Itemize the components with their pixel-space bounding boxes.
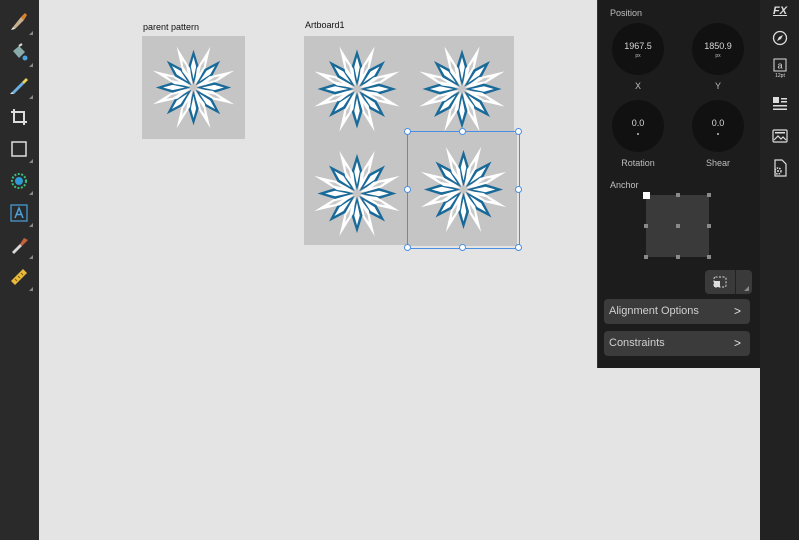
crop-icon[interactable] [8, 106, 30, 128]
paint-brush-icon[interactable] [8, 74, 33, 99]
y-position-dial[interactable]: 1850.9 px [692, 23, 744, 75]
alignment-options-button[interactable]: Alignment Options > [604, 299, 750, 324]
alignment-options-label: Alignment Options [609, 305, 699, 317]
chevron-right-icon: > [733, 304, 741, 318]
x-position-dial[interactable]: 1967.5 px [612, 23, 664, 75]
anchor-point-right[interactable] [707, 224, 711, 228]
x-value: 1967.5 [624, 41, 652, 51]
dial-indicator-dot [637, 133, 639, 135]
anchor-point-bottom-right[interactable] [707, 255, 711, 259]
y-label: Y [714, 81, 721, 91]
selection-handle[interactable] [459, 244, 466, 251]
snowflake-pattern-graphic [148, 42, 239, 133]
artboard-label[interactable]: Artboard1 [305, 20, 345, 30]
y-value: 1850.9 [704, 41, 732, 51]
selection-handle[interactable] [404, 244, 411, 251]
anchor-point-top[interactable] [676, 193, 680, 197]
anchor-point-left[interactable] [644, 224, 648, 228]
transform-panel: Position 1967.5 px X 1850.9 px Y 0.0 Rot… [597, 0, 761, 368]
layers-icon[interactable] [770, 93, 790, 115]
eyedropper-icon[interactable] [8, 234, 33, 259]
selection-box [407, 131, 520, 249]
snowflake-pattern-graphic [310, 146, 404, 241]
pattern-tile[interactable] [304, 36, 410, 142]
dial-indicator-dot [717, 133, 719, 135]
chevron-right-icon: > [733, 336, 741, 350]
transform-options-button[interactable] [705, 270, 752, 294]
text-frame-icon[interactable] [8, 202, 33, 227]
selection-handle[interactable] [515, 186, 522, 193]
selection-handle[interactable] [515, 128, 522, 135]
left-toolbar [0, 0, 39, 540]
anchor-point-bottom[interactable] [676, 255, 680, 259]
rotation-value: 0.0 [631, 118, 645, 128]
position-title: Position [610, 8, 643, 18]
rotation-dial[interactable]: 0.0 [612, 100, 664, 152]
constraints-label: Constraints [609, 337, 665, 349]
rotation-label: Rotation [621, 158, 655, 168]
ruler-icon[interactable] [8, 266, 33, 291]
anchor-point-bottom-left[interactable] [644, 255, 648, 259]
svg-text:a: a [777, 61, 782, 71]
selection-handle[interactable] [404, 186, 411, 193]
selection-bounds-icon [713, 276, 727, 288]
anchor-point-top-left[interactable] [643, 192, 650, 199]
compass-icon[interactable] [770, 27, 790, 49]
pattern-tile[interactable] [304, 142, 410, 245]
y-unit: px [715, 53, 721, 59]
text-style-size: 12pt [775, 73, 785, 79]
snowflake-pattern-graphic [310, 42, 404, 136]
stock-icon[interactable] [770, 125, 790, 147]
document-settings-icon[interactable] [770, 157, 790, 179]
corner-triangle-icon [744, 286, 749, 291]
anchor-title: Anchor [610, 180, 639, 190]
color-picker-icon[interactable] [8, 170, 33, 195]
rectangle-icon[interactable] [8, 138, 33, 163]
brush-icon[interactable] [8, 10, 33, 35]
selection-handle[interactable] [515, 244, 522, 251]
selection-handle[interactable] [459, 128, 466, 135]
fx-label: FX [772, 5, 788, 17]
snowflake-pattern-graphic [415, 42, 509, 136]
anchor-point-top-right[interactable] [707, 193, 711, 197]
fill-icon[interactable] [8, 42, 33, 67]
constraints-button[interactable]: Constraints > [604, 331, 750, 356]
shear-value: 0.0 [711, 118, 725, 128]
anchor-point-center[interactable] [676, 224, 680, 228]
x-label: X [634, 81, 641, 91]
text-style-icon[interactable]: a 12pt [770, 58, 790, 84]
studio-bar: FX a 12pt [760, 0, 799, 540]
parent-pattern-tile[interactable] [142, 36, 245, 139]
parent-pattern-label: parent pattern [143, 22, 200, 32]
shear-dial[interactable]: 0.0 [692, 100, 744, 152]
fx-icon[interactable]: FX [770, 0, 790, 22]
pattern-tile[interactable] [410, 36, 514, 142]
x-unit: px [635, 53, 641, 59]
shear-label: Shear [705, 158, 731, 168]
selection-handle[interactable] [404, 128, 411, 135]
